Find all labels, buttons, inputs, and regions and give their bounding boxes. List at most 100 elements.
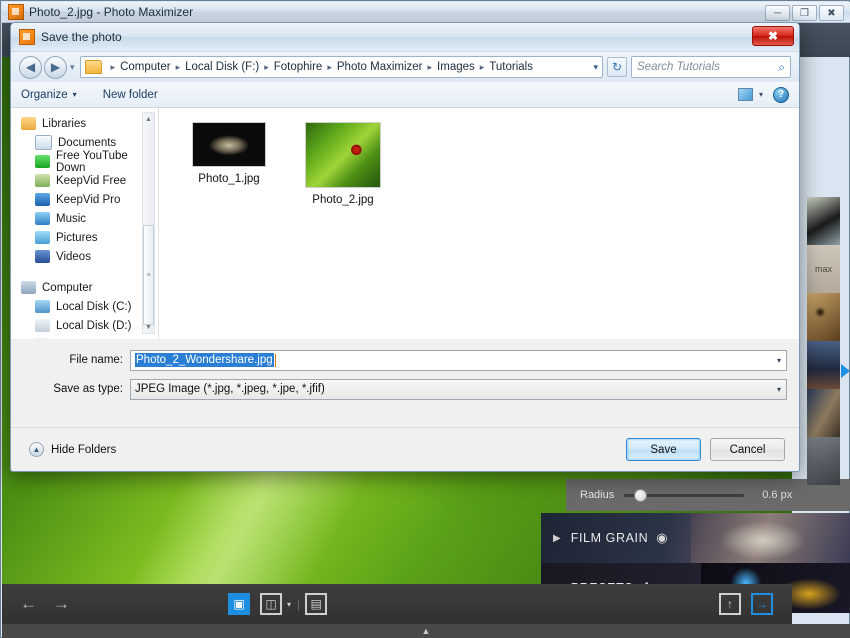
new-folder-button[interactable]: New folder	[103, 89, 158, 101]
drive-icon	[35, 338, 50, 339]
file-list[interactable]: Photo_1.jpg Photo_2.jpg	[159, 108, 799, 339]
file-name-value: Photo_2_Wondershare.jpg	[135, 353, 274, 367]
history-dropdown-icon[interactable]: ▾	[70, 62, 75, 73]
breadcrumb-separator: ▸	[327, 62, 332, 73]
nav-label: Computer	[42, 282, 93, 294]
filmstrip-thumb[interactable]	[807, 197, 840, 245]
chevron-down-icon[interactable]: ▾	[287, 600, 291, 609]
navigation-pane[interactable]: Libraries Documents Free YouTube Down Ke…	[11, 108, 159, 339]
radius-label: Radius	[580, 489, 614, 501]
eye-icon[interactable]: ◉	[656, 530, 667, 546]
save-as-type-select[interactable]: JPEG Image (*.jpg, *.jpeg, *.jpe, *.jfif…	[130, 379, 787, 400]
nav-item-free-youtube-down[interactable]: Free YouTube Down	[11, 152, 158, 171]
nav-label: Local Disk (D:)	[56, 320, 131, 332]
section-film-grain[interactable]: ▶ FILM GRAIN ◉	[541, 513, 850, 563]
save-as-type-row: Save as type: JPEG Image (*.jpg, *.jpeg,…	[11, 378, 799, 400]
chevron-down-icon[interactable]: ▾	[777, 356, 781, 365]
breadcrumb-separator: ▸	[264, 62, 269, 73]
panel-toggle-button[interactable]: →	[751, 593, 773, 615]
leaf-ladybug-thumbnail	[305, 122, 381, 188]
filmstrip-thumb[interactable]	[807, 437, 840, 485]
expand-caret-icon[interactable]: ▲	[422, 626, 431, 636]
documents-icon	[35, 135, 52, 150]
export-button[interactable]: ↑	[719, 593, 741, 615]
dialog-close-button[interactable]: ✖	[752, 26, 794, 46]
pictures-icon	[35, 231, 50, 244]
save-button[interactable]: Save	[626, 438, 701, 461]
nav-item-keepvid-free[interactable]: KeepVid Free	[11, 171, 158, 190]
filmstrip-thumb[interactable]	[807, 293, 840, 341]
breadcrumb-photo-maximizer[interactable]: Photo Maximizer	[337, 61, 423, 73]
nav-item-videos[interactable]: Videos	[11, 247, 158, 266]
single-view-button[interactable]: ▣	[228, 593, 250, 615]
app-title-bar: Photo_2.jpg - Photo Maximizer ─ ❐ ✖	[2, 2, 850, 23]
breadcrumb-local-disk-f[interactable]: Local Disk (F:)	[185, 61, 259, 73]
file-name-row: File name: Photo_2_Wondershare.jpg ▾	[11, 349, 799, 371]
nav-label: Documents	[58, 137, 116, 149]
nav-group-libraries[interactable]: Libraries	[11, 114, 158, 133]
filmstrip-label: max	[815, 264, 832, 274]
breadcrumb-dropdown-icon[interactable]: ▾	[587, 62, 598, 73]
free-youtube-download-icon	[35, 155, 50, 168]
chevron-right-icon[interactable]: ▶	[553, 533, 561, 544]
refresh-icon[interactable]: ↻	[607, 57, 627, 77]
film-grain-artwork	[691, 513, 850, 563]
nav-item-local-disk-c[interactable]: Local Disk (C:)	[11, 297, 158, 316]
back-button[interactable]: ◀	[19, 56, 42, 79]
breadcrumb-separator: ▸	[176, 62, 181, 73]
next-photo-arrow[interactable]: →	[53, 594, 68, 614]
filmstrip-thumb[interactable]	[807, 341, 840, 389]
nav-item-local-disk-d[interactable]: Local Disk (D:)	[11, 316, 158, 335]
organize-menu[interactable]: Organize ▾	[21, 89, 77, 101]
chevron-down-icon[interactable]: ▾	[777, 385, 781, 394]
nav-label: Pictures	[56, 232, 98, 244]
save-form: File name: Photo_2_Wondershare.jpg ▾ Sav…	[11, 339, 799, 400]
nav-group-computer[interactable]: Computer	[11, 278, 158, 297]
keepvid-free-icon	[35, 174, 50, 187]
radius-slider-handle[interactable]	[634, 489, 647, 502]
watch-thumbnail	[192, 122, 266, 167]
breadcrumb-fotophire[interactable]: Fotophire	[274, 61, 323, 73]
thumbnail-filmstrip[interactable]: max	[807, 197, 840, 487]
file-name-input[interactable]: Photo_2_Wondershare.jpg ▾	[130, 350, 787, 371]
keepvid-pro-icon	[35, 193, 50, 206]
nav-item-music[interactable]: Music	[11, 209, 158, 228]
breadcrumb[interactable]: ▸ Computer ▸ Local Disk (F:) ▸ Fotophire…	[80, 56, 603, 78]
app-title: Photo_2.jpg - Photo Maximizer	[29, 5, 193, 19]
navpane-scrollbar[interactable]: ▲ ≡ ▼	[142, 112, 155, 334]
filmstrip-thumb-max: max	[807, 245, 840, 293]
previous-photo-arrow[interactable]: ←	[20, 594, 35, 614]
forward-button[interactable]: ▶	[44, 56, 67, 79]
file-item[interactable]: Photo_2.jpg	[297, 122, 389, 206]
hide-folders-button[interactable]: ▲ Hide Folders	[29, 442, 116, 457]
nav-item-keepvid-pro[interactable]: KeepVid Pro	[11, 190, 158, 209]
scrollbar-thumb[interactable]: ≡	[143, 225, 154, 325]
breadcrumb-computer[interactable]: Computer	[120, 61, 171, 73]
breadcrumb-tutorials[interactable]: Tutorials	[489, 61, 533, 73]
nav-label: KeepVid Free	[56, 175, 126, 187]
radius-slider[interactable]	[624, 494, 744, 497]
filmstrip-thumb[interactable]	[807, 389, 840, 437]
search-input[interactable]: Search Tutorials ⌕	[631, 56, 791, 78]
scroll-down-arrow[interactable]: ▼	[143, 321, 154, 333]
address-bar: ◀ ▶ ▾ ▸ Computer ▸ Local Disk (F:) ▸ Fot…	[11, 52, 799, 82]
breadcrumb-images[interactable]: Images	[437, 61, 475, 73]
scroll-up-arrow[interactable]: ▲	[143, 113, 154, 125]
split-view-button[interactable]: ▤	[305, 593, 327, 615]
dialog-actions: Save Cancel	[626, 438, 785, 461]
maximize-button[interactable]: ❐	[792, 5, 817, 21]
help-button[interactable]: ?	[773, 87, 789, 103]
nav-item-local-disk-e[interactable]: Local Disk (E:)	[11, 335, 158, 339]
chevron-down-icon[interactable]: ▾	[759, 90, 763, 99]
file-item[interactable]: Photo_1.jpg	[183, 122, 275, 185]
compare-view-button[interactable]: ◫	[260, 593, 282, 615]
close-button[interactable]: ✖	[819, 5, 844, 21]
minimize-button[interactable]: ─	[765, 5, 790, 21]
breadcrumb-separator: ▸	[428, 62, 433, 73]
save-photo-dialog: Save the photo ✖ ◀ ▶ ▾ ▸ Computer ▸ Loca…	[10, 22, 800, 472]
nav-item-pictures[interactable]: Pictures	[11, 228, 158, 247]
organize-label: Organize	[21, 89, 68, 101]
filmstrip-next-arrow[interactable]	[841, 364, 850, 378]
view-options-icon[interactable]	[738, 88, 753, 101]
cancel-button[interactable]: Cancel	[710, 438, 785, 461]
